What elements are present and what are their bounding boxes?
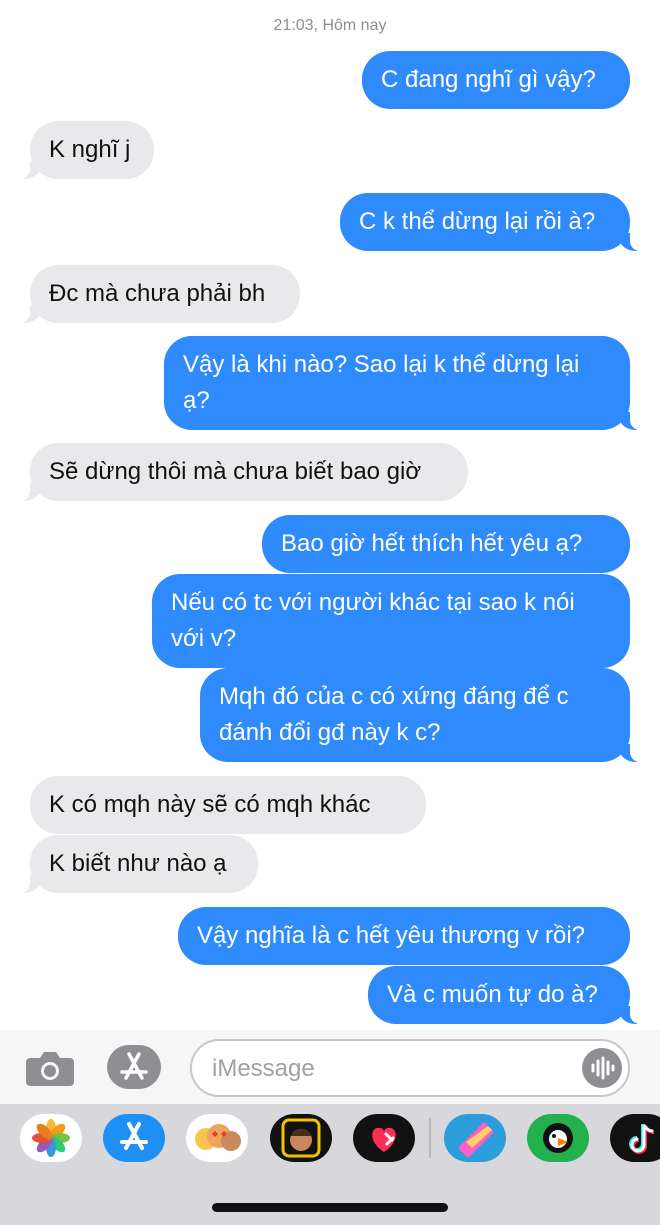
message-input-field[interactable] (190, 1039, 630, 1097)
message-text: C k thể dừng lại rồi à? (359, 208, 596, 235)
message-bubble-incoming[interactable]: Sẽ dừng thôi mà chưa biết bao giờ (16, 443, 468, 501)
conversation-timestamp: 21:03, Hôm nay (273, 17, 387, 34)
app-store-icon[interactable] (107, 1045, 161, 1089)
message-text: Sẽ dừng thôi mà chưa biết bao giờ (49, 458, 422, 485)
memoji-stickers-glyph (195, 1124, 241, 1151)
app-store-glyph (120, 1122, 148, 1150)
app-drawer-divider (429, 1118, 431, 1158)
message-bubble-outgoing[interactable]: Vậy nghĩa là c hết yêu thương v rồi? (178, 907, 630, 965)
message-text: Và c muốn tự do à? (387, 981, 598, 1008)
message-text: K có mqh này sẽ có mqh khác (49, 791, 371, 818)
home-indicator (212, 1203, 448, 1212)
message-bubble-outgoing[interactable]: Và c muốn tự do à? (368, 966, 644, 1024)
message-text: C đang nghĩ gì vậy? (381, 66, 596, 93)
message-text: Bao giờ hết thích hết yêu ạ? (281, 530, 583, 557)
tiktok-glyph (629, 1124, 655, 1154)
photos-glyph (32, 1119, 70, 1157)
message-text: Đc mà chưa phải bh (49, 280, 266, 307)
memoji-stickers-app-icon[interactable] (186, 1114, 248, 1162)
camera-icon[interactable] (24, 1048, 76, 1088)
app-store-glyph (120, 1052, 148, 1080)
audio-waveform-icon[interactable] (582, 1048, 622, 1088)
message-bubble-incoming[interactable]: K nghĩ j (16, 121, 154, 179)
message-input[interactable] (210, 1051, 574, 1087)
message-bubble-outgoing[interactable]: Bao giờ hết thích hết yêu ạ? (262, 515, 630, 573)
digital-touch-app-icon[interactable] (353, 1114, 415, 1162)
colorful-app-icon[interactable] (444, 1114, 506, 1162)
puffin-glyph (543, 1123, 573, 1153)
message-bubble-incoming[interactable]: Đc mà chưa phải bh (16, 265, 300, 323)
waveform-glyph (591, 1056, 615, 1080)
app-store-app-icon[interactable] (103, 1114, 165, 1162)
message-bubble-outgoing[interactable]: Vậy là khi nào? Sao lại k thể dừng lại ạ… (164, 336, 644, 430)
tiktok-app-icon[interactable] (610, 1114, 660, 1162)
message-bubble-incoming[interactable]: K có mqh này sẽ có mqh khác (30, 776, 426, 834)
message-bubble-outgoing[interactable]: C k thể dừng lại rồi à? (340, 193, 644, 251)
message-text: Vậy là khi nào? Sao lại k thể dừng lại ạ… (183, 351, 580, 414)
message-text: Vậy nghĩa là c hết yêu thương v rồi? (197, 922, 586, 949)
heart-glyph (372, 1127, 396, 1152)
colorful-app-glyph (458, 1122, 494, 1158)
message-bubble-outgoing[interactable]: C đang nghĩ gì vậy? (362, 51, 630, 109)
message-bubble-outgoing[interactable]: Mqh đó của c có xứng đáng để c đánh đổi … (200, 668, 644, 762)
message-bubble-incoming[interactable]: K biết như nào ạ (16, 835, 258, 893)
memoji-glyph (281, 1118, 321, 1158)
message-text: Nếu có tc với người khác tại sao k nói v… (171, 589, 575, 652)
photos-app-icon[interactable] (20, 1114, 82, 1162)
message-text: K nghĩ j (49, 136, 131, 163)
message-text: Mqh đó của c có xứng đáng để c đánh đổi … (219, 683, 569, 746)
puffin-app-icon[interactable] (527, 1114, 589, 1162)
message-text: K biết như nào ạ (49, 850, 227, 877)
memoji-app-icon[interactable] (270, 1114, 332, 1162)
message-bubble-outgoing[interactable]: Nếu có tc với người khác tại sao k nói v… (152, 574, 630, 668)
